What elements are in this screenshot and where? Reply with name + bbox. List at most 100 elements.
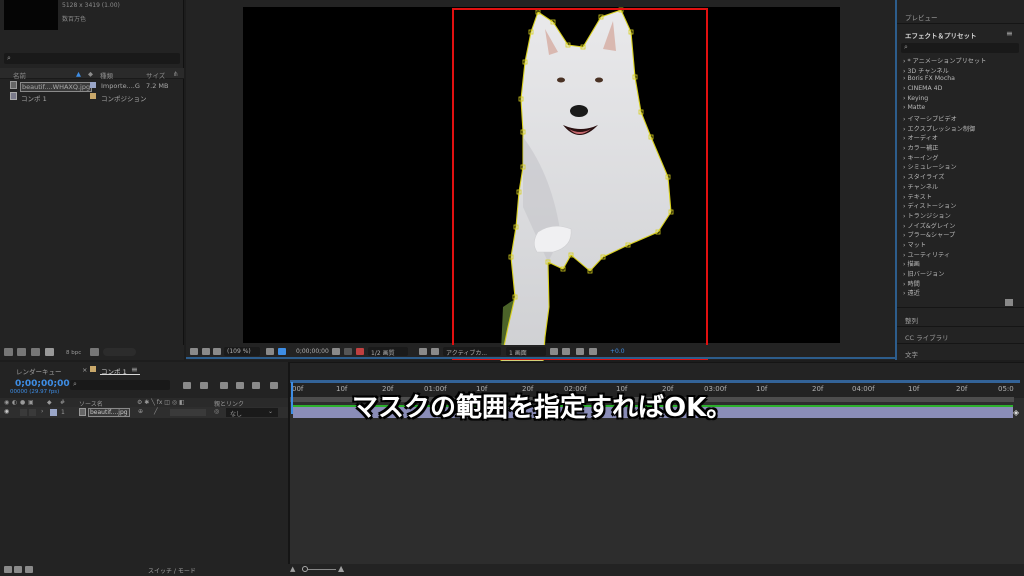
quality-switch-icon[interactable]: ╱ — [154, 408, 158, 415]
lock-toggle[interactable] — [29, 409, 36, 416]
column-type[interactable]: 種類 — [100, 70, 113, 80]
effect-category[interactable]: › CINEMA 4D — [903, 85, 942, 92]
trash-icon[interactable] — [90, 348, 99, 356]
effect-category[interactable]: › イマーシブビデオ — [903, 114, 957, 123]
column-options-icon[interactable]: ⋔ — [173, 70, 178, 78]
zoom-out-icon[interactable]: ▲ — [290, 565, 295, 573]
layer-search-input[interactable]: ⌕ — [70, 380, 170, 390]
effect-category[interactable]: › Matte — [903, 104, 925, 111]
frame-rate: 00000 (29.97 fps) — [10, 389, 60, 395]
effect-category[interactable]: › キーイング — [903, 153, 938, 162]
render-icon[interactable] — [45, 348, 54, 356]
column-size[interactable]: サイズ — [146, 70, 165, 80]
effect-category[interactable]: › 時間 — [903, 279, 920, 288]
timeline-timecode[interactable]: 0;00;00;00 — [15, 379, 70, 389]
layer-row[interactable]: ◉ › 1 beautif....jpg ⊕ ╱ ◎ なし ⌄ — [0, 407, 288, 418]
reset-exposure-icon[interactable] — [589, 348, 597, 355]
effect-category[interactable]: › ブラー&シャープ — [903, 230, 955, 239]
layer-label-swatch[interactable] — [50, 409, 57, 416]
image-file-icon — [79, 408, 86, 416]
viewer-timecode[interactable]: 0;00;00;00 — [296, 348, 329, 355]
active-tab-underline — [100, 374, 140, 375]
thumbnail-size-slider[interactable] — [103, 348, 136, 356]
solo-toggle[interactable] — [20, 409, 27, 416]
motion-blur-icon[interactable] — [252, 382, 260, 389]
effect-category[interactable]: › スタイライズ — [903, 172, 944, 181]
effect-category[interactable]: › チャンネル — [903, 182, 938, 191]
libraries-panel-tab[interactable]: CC ライブラリ — [905, 332, 949, 342]
visibility-toggle-icon[interactable]: ◉ — [4, 408, 9, 415]
effects-search-input[interactable]: ⌕ — [901, 43, 1019, 53]
effect-category[interactable]: › ディストーション — [903, 201, 956, 210]
effect-category[interactable]: › 旧バージョン — [903, 269, 944, 278]
layer-switches-icon[interactable] — [4, 566, 12, 573]
toggle-switches-modes[interactable]: スイッチ / モード — [148, 566, 196, 575]
time-navigator-bar[interactable] — [290, 380, 1020, 383]
pixel-aspect-icon[interactable] — [550, 348, 558, 355]
effect-category[interactable]: › シミュレーション — [903, 162, 957, 171]
effect-category[interactable]: › Keying — [903, 95, 928, 102]
tab-menu-icon[interactable]: ≡ — [131, 365, 138, 374]
effect-category[interactable]: › 描画 — [903, 259, 920, 268]
effect-category-label: 時間 — [907, 281, 920, 288]
show-snapshot-icon[interactable] — [344, 348, 352, 355]
expand-chevron-icon[interactable]: › — [41, 408, 43, 415]
effect-category[interactable]: › ユーティリティ — [903, 250, 950, 259]
close-tab-icon[interactable]: × — [82, 366, 87, 374]
vr-icon[interactable] — [213, 348, 221, 355]
effects-panel-title[interactable]: エフェクト＆プリセット — [905, 30, 977, 40]
transfer-controls-icon[interactable] — [14, 566, 22, 573]
project-item-comp[interactable]: コンポ 1 コンポジション — [0, 91, 184, 103]
channel-icon[interactable] — [356, 348, 364, 355]
layer-name[interactable]: beautif....jpg — [88, 408, 130, 417]
new-preset-icon[interactable] — [1005, 299, 1013, 306]
mask-visibility-icon[interactable] — [278, 348, 286, 355]
effect-category[interactable]: › テキスト — [903, 192, 932, 201]
effect-category[interactable]: › カラー補正 — [903, 143, 938, 152]
zoom-in-icon[interactable]: ▲ — [338, 564, 344, 573]
project-item-footage[interactable]: beautif....WHAXQ.jpg Importe....G 7.2 MB — [0, 80, 184, 92]
panel-menu-icon[interactable]: ≡ — [1006, 29, 1013, 38]
draft-3d-icon[interactable] — [200, 382, 208, 389]
snapshot-icon[interactable] — [332, 348, 340, 355]
effect-category[interactable]: › マット — [903, 240, 926, 249]
effect-category[interactable]: › オーディオ — [903, 133, 938, 142]
frame-blending-icon[interactable] — [236, 382, 244, 389]
in-out-icon[interactable] — [25, 566, 33, 573]
effect-category[interactable]: › ノイズ&グレイン — [903, 221, 955, 230]
project-search-input[interactable]: ⌕ — [4, 53, 180, 64]
flowchart-icon[interactable] — [576, 348, 584, 355]
character-panel-tab[interactable]: 文字 — [905, 349, 918, 359]
tab-render-queue[interactable]: レンダーキュー — [16, 366, 62, 376]
graph-editor-icon[interactable] — [270, 382, 278, 389]
switch-boxes[interactable] — [170, 409, 206, 416]
effect-category[interactable]: › 3D チャンネル — [903, 66, 949, 75]
effect-category[interactable]: › * アニメーションプリセット — [903, 56, 986, 65]
interpret-footage-icon[interactable] — [4, 348, 13, 356]
shy-layers-icon[interactable] — [220, 382, 228, 389]
monitor-icon[interactable] — [202, 348, 210, 355]
effect-category[interactable]: › エクスプレッション制御 — [903, 124, 975, 133]
divider — [897, 23, 1024, 24]
current-time-indicator[interactable] — [291, 382, 293, 414]
shy-switch-icon[interactable]: ⊕ — [138, 408, 143, 415]
fast-previews-icon[interactable] — [562, 348, 570, 355]
new-comp-icon[interactable] — [31, 348, 40, 356]
effect-category[interactable]: › トランジション — [903, 211, 951, 220]
region-of-interest-icon[interactable] — [419, 348, 427, 355]
preview-panel-tab[interactable]: プレビュー — [905, 12, 938, 22]
pickwhip-icon[interactable]: ◎ — [214, 408, 219, 415]
new-folder-icon[interactable] — [17, 348, 26, 356]
effect-category[interactable]: › 遠近 — [903, 288, 920, 297]
exposure-value[interactable]: +0.0 — [610, 348, 625, 355]
effect-category[interactable]: › Boris FX Mocha — [903, 75, 955, 82]
composition-icon — [10, 92, 17, 100]
grid-icon[interactable] — [266, 348, 274, 355]
column-name[interactable]: 名前 — [13, 70, 26, 80]
transparency-grid-icon[interactable] — [431, 348, 439, 355]
zoom-slider-track[interactable] — [308, 569, 336, 570]
comp-mini-flowchart-icon[interactable] — [183, 382, 191, 389]
align-panel-tab[interactable]: 整列 — [905, 315, 918, 325]
always-preview-icon[interactable] — [190, 348, 198, 355]
bit-depth[interactable]: 8 bpc — [66, 350, 81, 356]
